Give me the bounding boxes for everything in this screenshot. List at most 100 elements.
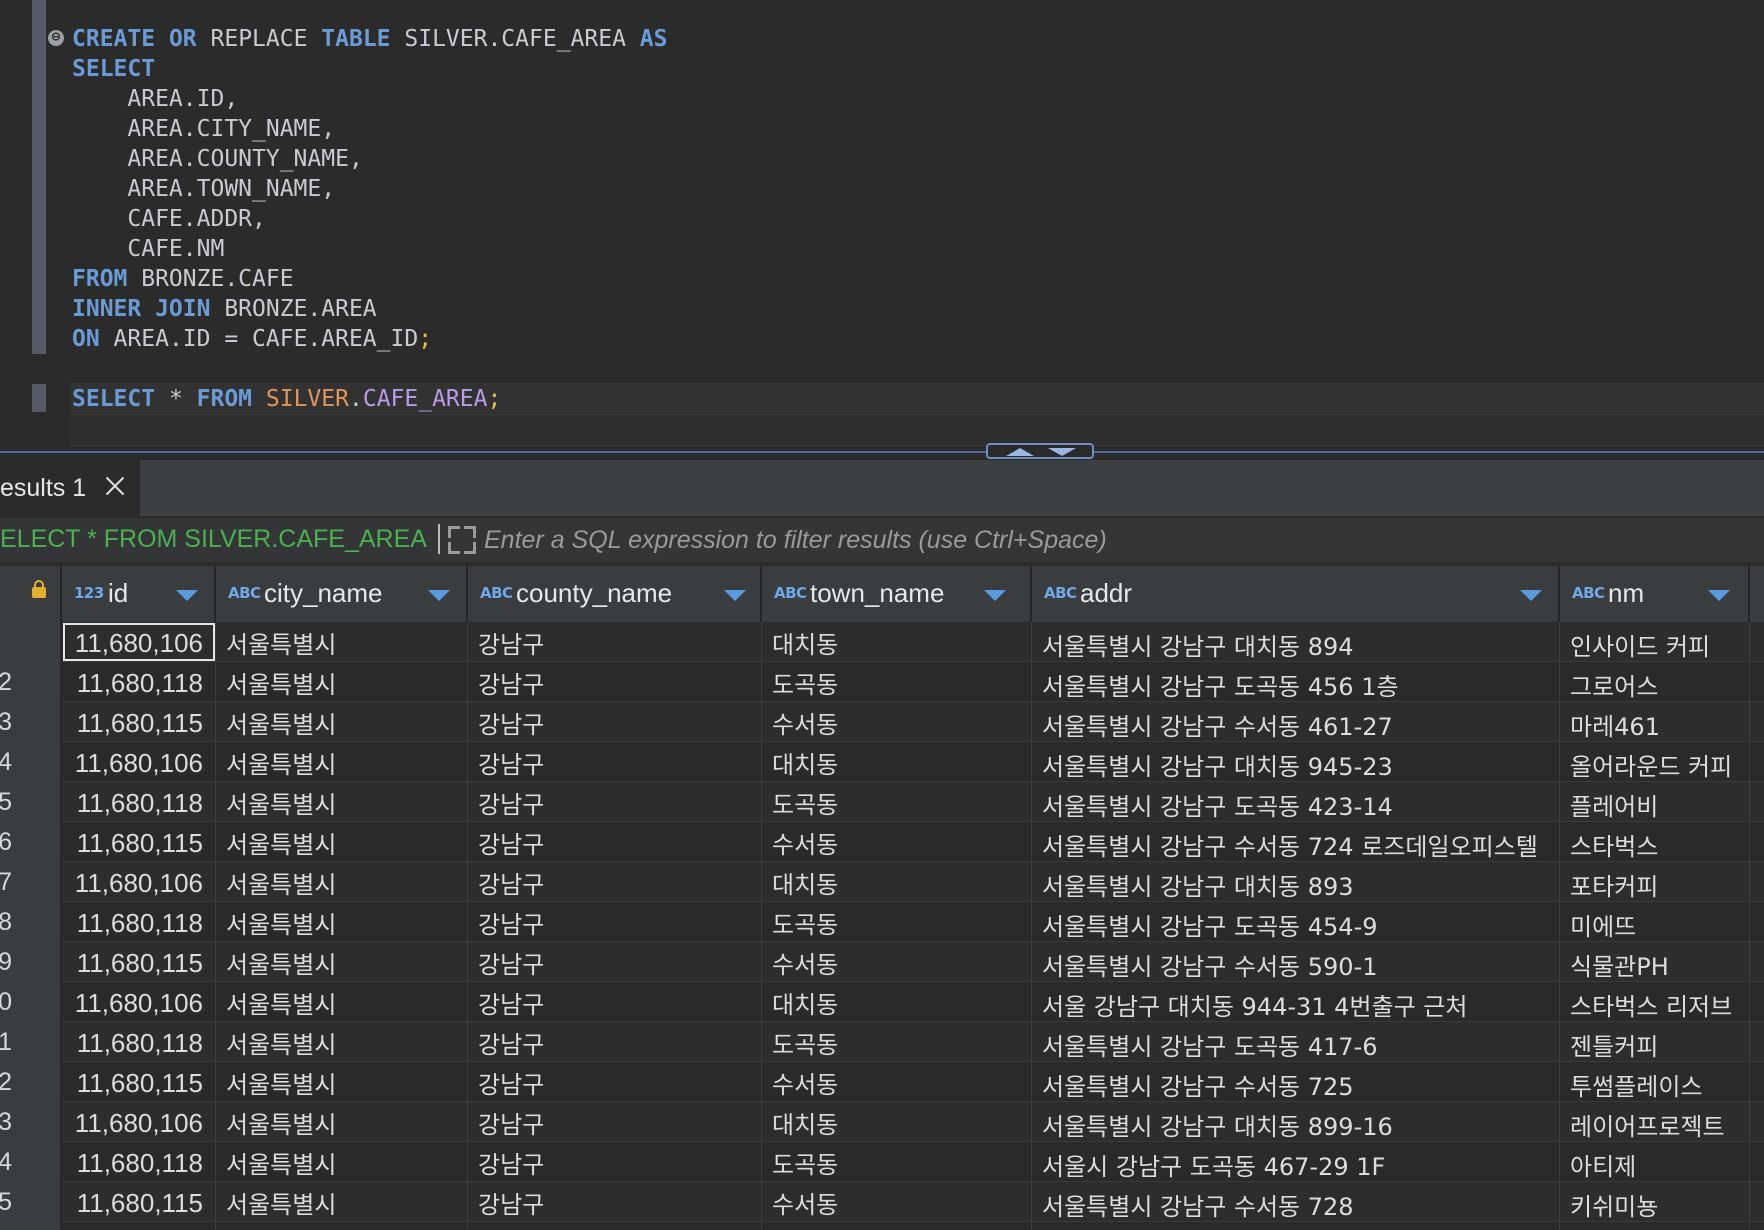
cell-town[interactable]: 대치동: [762, 982, 1032, 1022]
column-filter-dropdown-icon[interactable]: [724, 590, 746, 601]
cell-id[interactable]: 11,680,118: [62, 1142, 216, 1182]
column-header-id[interactable]: 123 id: [62, 566, 216, 622]
cell-town[interactable]: 대치동: [762, 622, 1032, 662]
cell-city[interactable]: 서울특별시: [216, 1022, 468, 1062]
column-header-nm[interactable]: ABC nm: [1560, 566, 1750, 622]
table-row[interactable]: 4 11,680,118 서울특별시 강남구 도곡동 서울시 강남구 도곡동 467-29…: [0, 1142, 1764, 1182]
row-number[interactable]: 3: [0, 1102, 62, 1142]
column-filter-dropdown-icon[interactable]: [1708, 590, 1730, 601]
cell-addr[interactable]: 서울 강남구 대치동 944-31 4번출구 근처: [1032, 982, 1560, 1022]
cell-county[interactable]: 강남구: [468, 1182, 762, 1222]
cell-nm[interactable]: 플레어비: [1560, 782, 1750, 822]
code-line[interactable]: CREATE OR REPLACE TABLE SILVER.CAFE_AREA…: [72, 24, 667, 54]
column-header-county_name[interactable]: ABC county_name: [468, 566, 762, 622]
row-number[interactable]: 4: [0, 742, 62, 782]
cell-nm[interactable]: 젠틀커피: [1560, 1022, 1750, 1062]
row-number[interactable]: 5: [0, 1182, 62, 1222]
cell-addr[interactable]: 서울특별시 강남구 대치동 899-16: [1032, 1102, 1560, 1142]
table-row[interactable]: 3 11,680,115 서울특별시 강남구 수서동 서울특별시 강남구 수서동 461-…: [0, 702, 1764, 742]
table-row[interactable]: 7 11,680,106 서울특별시 강남구 대치동 서울특별시 강남구 대치동 893 포…: [0, 862, 1764, 902]
column-header-city_name[interactable]: ABC city_name: [216, 566, 468, 622]
cell-city[interactable]: 서울특별시: [216, 1062, 468, 1102]
row-number[interactable]: 7: [0, 862, 62, 902]
maximize-up-icon[interactable]: [1006, 448, 1034, 456]
cell-id[interactable]: 11,680,118: [62, 902, 216, 942]
cell-county[interactable]: 강남구: [468, 1062, 762, 1102]
cell-city[interactable]: 서울특별시: [216, 622, 468, 662]
row-number[interactable]: 4: [0, 1142, 62, 1182]
row-number[interactable]: [0, 1222, 62, 1230]
cell-city[interactable]: 서울특별시: [216, 662, 468, 702]
cell-county[interactable]: 강남구: [468, 782, 762, 822]
column-filter-dropdown-icon[interactable]: [428, 590, 450, 601]
cell-town[interactable]: 수서동: [762, 1182, 1032, 1222]
cell-nm[interactable]: 그로어스: [1560, 662, 1750, 702]
cell-county[interactable]: 강남구: [468, 742, 762, 782]
cell-county[interactable]: 강남구: [468, 902, 762, 942]
cell-nm[interactable]: 인사이드 커피: [1560, 622, 1750, 662]
row-number[interactable]: 0: [0, 982, 62, 1022]
cell-city[interactable]: 서울특별시: [216, 902, 468, 942]
cell-id[interactable]: 11,680,118: [62, 1022, 216, 1062]
expand-icon[interactable]: [448, 526, 476, 554]
table-row[interactable]: 5 11,680,118 서울특별시 강남구 도곡동 서울특별시 강남구 도곡동 423-…: [0, 782, 1764, 822]
cell-nm[interactable]: [1560, 1222, 1750, 1230]
row-number[interactable]: 2: [0, 662, 62, 702]
row-header-corner[interactable]: [0, 566, 62, 622]
cell-nm[interactable]: 식물관PH: [1560, 942, 1750, 982]
sql-editor[interactable]: ⊖ CREATE OR REPLACE TABLE SILVER.CAFE_AR…: [0, 0, 1764, 448]
cell-addr[interactable]: 서울특별시 강남구 대치동 945-23: [1032, 742, 1560, 782]
code-line[interactable]: AREA.TOWN_NAME,: [72, 174, 335, 204]
filter-input[interactable]: [484, 522, 1754, 558]
cell-addr[interactable]: 서울특별시 강남구 도곡동 417-6: [1032, 1022, 1560, 1062]
cell-id[interactable]: 11,680,106: [62, 622, 216, 662]
code-line[interactable]: SELECT: [72, 54, 155, 84]
active-query-label[interactable]: ELECT * FROM SILVER.CAFE_AREA: [0, 525, 427, 554]
code-line[interactable]: ON AREA.ID = CAFE.AREA_ID;: [72, 324, 432, 354]
cell-county[interactable]: 강남구: [468, 1222, 762, 1230]
table-row[interactable]: 3 11,680,106 서울특별시 강남구 대치동 서울특별시 강남구 대치동 899-…: [0, 1102, 1764, 1142]
cell-town[interactable]: 도곡동: [762, 662, 1032, 702]
cell-town[interactable]: 대치동: [762, 742, 1032, 782]
cell-county[interactable]: 강남구: [468, 1142, 762, 1182]
cell-town[interactable]: 수서동: [762, 942, 1032, 982]
cell-city[interactable]: 서울특별시: [216, 782, 468, 822]
code-line[interactable]: AREA.CITY_NAME,: [72, 114, 335, 144]
cell-town[interactable]: 도곡동: [762, 902, 1032, 942]
cell-id[interactable]: 11,680,118: [62, 782, 216, 822]
cell-town[interactable]: 대치동: [762, 1222, 1032, 1230]
table-row[interactable]: 4 11,680,106 서울특별시 강남구 대치동 서울특별시 강남구 대치동 945-…: [0, 742, 1764, 782]
column-filter-dropdown-icon[interactable]: [1520, 590, 1542, 601]
cell-id[interactable]: 11,680,115: [62, 1062, 216, 1102]
cell-addr[interactable]: 서울특별시 강남구 도곡동 454-9: [1032, 902, 1560, 942]
close-icon[interactable]: [102, 473, 128, 499]
code-line[interactable]: AREA.COUNTY_NAME,: [72, 144, 362, 174]
cell-city[interactable]: 서울특별시: [216, 982, 468, 1022]
cell-nm[interactable]: 키쉬미뇽: [1560, 1182, 1750, 1222]
cell-nm[interactable]: 포타커피: [1560, 862, 1750, 902]
cell-addr[interactable]: 서울특별시 강남구 도곡동 456 1층: [1032, 662, 1560, 702]
row-number[interactable]: 8: [0, 902, 62, 942]
cell-addr[interactable]: [1032, 1222, 1560, 1230]
cell-id[interactable]: 11,680,115: [62, 702, 216, 742]
cell-town[interactable]: 수서동: [762, 822, 1032, 862]
cell-county[interactable]: 강남구: [468, 622, 762, 662]
cell-id[interactable]: [62, 1222, 216, 1230]
cell-id[interactable]: 11,680,106: [62, 982, 216, 1022]
cell-nm[interactable]: 올어라운드 커피: [1560, 742, 1750, 782]
cell-city[interactable]: 서울특별시: [216, 942, 468, 982]
column-header-addr[interactable]: ABC addr: [1032, 566, 1560, 622]
cell-town[interactable]: 수서동: [762, 1062, 1032, 1102]
cell-nm[interactable]: 미에뜨: [1560, 902, 1750, 942]
cell-id[interactable]: 11,680,115: [62, 942, 216, 982]
row-number[interactable]: 3: [0, 702, 62, 742]
cell-addr[interactable]: 서울특별시 강남구 도곡동 423-14: [1032, 782, 1560, 822]
cell-addr[interactable]: 서울시 강남구 도곡동 467-29 1F: [1032, 1142, 1560, 1182]
cell-nm[interactable]: 레이어프로젝트: [1560, 1102, 1750, 1142]
cell-nm[interactable]: 아티제: [1560, 1142, 1750, 1182]
code-line[interactable]: SELECT * FROM SILVER.CAFE_AREA;: [72, 384, 501, 414]
table-row[interactable]: 0 11,680,106 서울특별시 강남구 대치동 서울 강남구 대치동 944-31 …: [0, 982, 1764, 1022]
code-line[interactable]: AREA.ID,: [72, 84, 238, 114]
row-number[interactable]: 9: [0, 942, 62, 982]
cell-nm[interactable]: 투썸플레이스: [1560, 1062, 1750, 1102]
